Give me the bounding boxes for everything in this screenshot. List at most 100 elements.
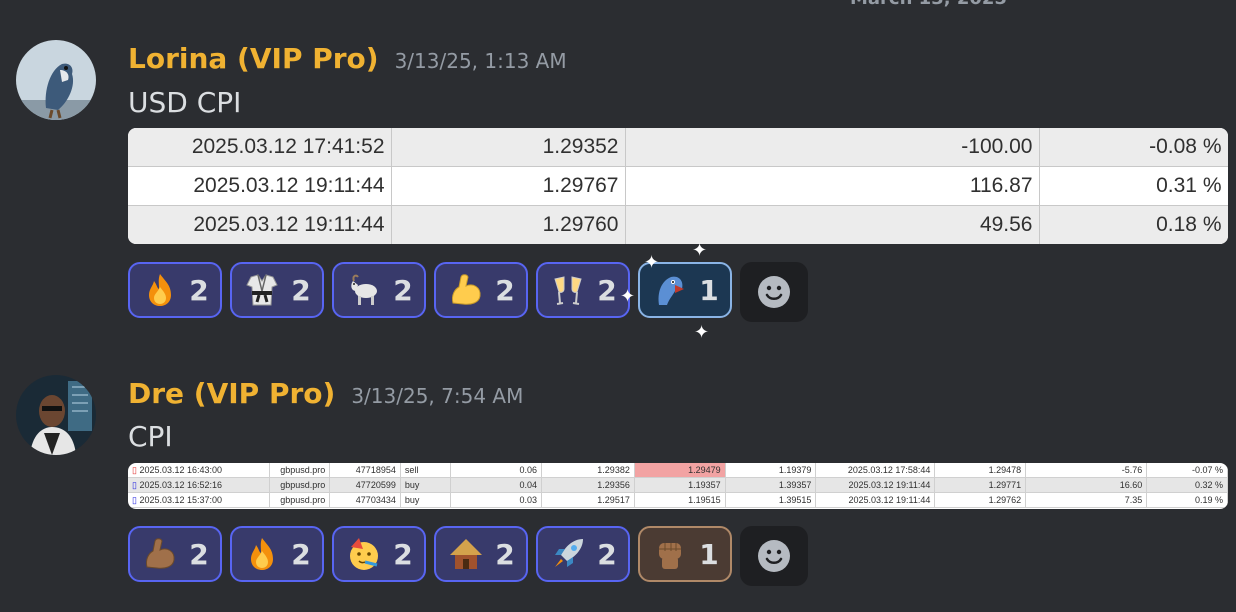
close-time-cell: 2025.03.12 17:58:44 <box>815 463 936 478</box>
close-price-cell: 1.29478 <box>934 463 1027 478</box>
flexed-biceps-icon <box>141 535 179 573</box>
tp-cell: 1.19379 <box>725 463 817 478</box>
reaction-flexed-biceps[interactable]: 2 <box>434 262 528 318</box>
reaction-count: 2 <box>291 273 311 307</box>
reaction-martial-arts[interactable]: 2 <box>230 262 324 318</box>
partying-face-icon <box>345 535 383 573</box>
profit-cell: 49.56 <box>625 205 1040 244</box>
percent-cell: -0.08 % <box>1039 128 1228 167</box>
dolphin-icon <box>651 271 689 309</box>
reaction-count: 1 <box>699 537 719 571</box>
reaction-flexed-biceps[interactable]: 2 <box>128 526 222 582</box>
type-cell: sell <box>400 463 452 478</box>
price-cell: 1.29767 <box>391 166 626 206</box>
sparkle-icon: ✦ <box>644 252 660 273</box>
reaction-fire[interactable]: 2 <box>128 262 222 318</box>
percent-cell: -0.07 % <box>1146 463 1228 478</box>
type-cell: buy <box>400 477 452 493</box>
open-price-cell: 1.29356 <box>541 477 635 493</box>
reaction-count: 2 <box>393 537 413 571</box>
reaction-raised-fist[interactable]: 1 <box>638 526 732 582</box>
reaction-hut[interactable]: 2 <box>434 526 528 582</box>
reaction-rocket[interactable]: 2 <box>536 526 630 582</box>
profit-cell: -5.76 <box>1025 463 1148 478</box>
time-cell: 2025.03.12 17:41:52 <box>128 128 392 167</box>
symbol-cell: gbpusd.pro <box>269 477 331 493</box>
tp-cell: 1.39515 <box>725 492 817 508</box>
reaction-count: 2 <box>597 273 617 307</box>
goat-icon <box>345 271 383 309</box>
reaction-count: 2 <box>495 273 515 307</box>
open-price-cell: 1.29517 <box>541 492 635 508</box>
trade-table: 2025.03.12 17:41:52 1.29352 -100.00 -0.0… <box>128 128 1228 244</box>
table-row: ▯ 2025.03.12 16:52:16 gbpusd.pro 4772059… <box>128 477 1228 493</box>
username[interactable]: Lorina (VIP Pro) <box>128 42 379 75</box>
avatar[interactable] <box>16 375 96 455</box>
clinking-glasses-icon <box>549 271 587 309</box>
table-row: 2025.03.12 19:11:44 1.29767 116.87 0.31 … <box>128 166 1228 206</box>
martial-arts-uniform-icon <box>243 271 281 309</box>
add-reaction-button[interactable] <box>740 262 808 322</box>
hut-icon <box>447 535 485 573</box>
reaction-count: 2 <box>393 273 413 307</box>
message-text: CPI <box>128 420 173 453</box>
open-time-cell: ▯ 2025.03.12 15:37:00 <box>128 492 270 508</box>
percent-cell: 0.31 % <box>1039 166 1228 206</box>
type-cell: buy <box>400 492 452 508</box>
reaction-count: 1 <box>699 273 719 307</box>
reaction-count: 2 <box>495 537 515 571</box>
percent-cell: 0.19 % <box>1146 492 1228 508</box>
fire-icon <box>141 271 179 309</box>
table-row: 2025.03.12 19:11:44 1.29760 49.56 0.18 % <box>128 205 1228 244</box>
date-divider: March 13, 2025 <box>850 0 1007 9</box>
open-price-cell: 1.29382 <box>541 463 635 478</box>
message-text: USD CPI <box>128 86 242 119</box>
timestamp[interactable]: 3/13/25, 7:54 AM <box>351 384 523 408</box>
reaction-clinking-glasses[interactable]: 2 <box>536 262 630 318</box>
sparkle-icon: ✦ <box>694 322 710 343</box>
fire-icon <box>243 535 281 573</box>
close-time-cell: 2025.03.12 19:11:44 <box>815 477 936 493</box>
reaction-count: 2 <box>189 537 209 571</box>
add-reaction-button[interactable] <box>740 526 808 586</box>
profit-cell: -100.00 <box>625 128 1040 167</box>
rocket-icon <box>549 535 587 573</box>
reaction-bar: 2 2 2 2 2 ✦ ✦ ✦ ✦ 1 <box>128 240 808 343</box>
ticket-cell: 47718954 <box>329 463 401 478</box>
price-cell: 1.29352 <box>391 128 626 167</box>
sparkle-icon: ✦ <box>692 240 708 261</box>
percent-cell: 0.32 % <box>1146 477 1228 493</box>
trade-table: ▯ 2025.03.12 16:43:00 gbpusd.pro 4771895… <box>128 463 1228 508</box>
reaction-dolphin[interactable]: ✦ ✦ ✦ ✦ 1 <box>620 240 732 343</box>
open-time-cell: ▯ 2025.03.12 16:43:00 <box>128 463 270 478</box>
time-cell: 2025.03.12 19:11:44 <box>128 166 392 206</box>
price-cell: 1.29760 <box>391 205 626 244</box>
reaction-partying-face[interactable]: 2 <box>332 526 426 582</box>
sl-cell: 1.19515 <box>634 492 726 508</box>
reaction-count: 2 <box>291 537 311 571</box>
raised-fist-icon <box>651 535 689 573</box>
close-price-cell: 1.29771 <box>934 477 1027 493</box>
avatar[interactable] <box>16 40 96 120</box>
timestamp[interactable]: 3/13/25, 1:13 AM <box>395 49 567 73</box>
profit-cell: 116.87 <box>625 166 1040 206</box>
sparkle-icon: ✦ <box>620 286 636 307</box>
reaction-goat[interactable]: 2 <box>332 262 426 318</box>
table-row: ▯ 2025.03.12 16:43:00 gbpusd.pro 4771895… <box>128 463 1228 478</box>
ticket-cell: 47720599 <box>329 477 401 493</box>
reaction-fire[interactable]: 2 <box>230 526 324 582</box>
profit-cell: 16.60 <box>1025 477 1148 493</box>
table-row: 2025.03.12 17:41:52 1.29352 -100.00 -0.0… <box>128 128 1228 167</box>
volume-cell: 0.06 <box>450 463 543 478</box>
time-cell: 2025.03.12 19:11:44 <box>128 205 392 244</box>
username[interactable]: Dre (VIP Pro) <box>128 377 335 410</box>
tp-cell: 1.39357 <box>725 477 817 493</box>
image-attachment[interactable]: 2025.03.12 17:41:52 1.29352 -100.00 -0.0… <box>128 128 1228 244</box>
volume-cell: 0.03 <box>450 492 543 508</box>
image-attachment[interactable]: ▯ 2025.03.12 16:43:00 gbpusd.pro 4771895… <box>128 463 1228 509</box>
profit-cell: 7.35 <box>1025 492 1148 508</box>
sl-cell: 1.19357 <box>634 477 726 493</box>
symbol-cell: gbpusd.pro <box>269 463 331 478</box>
volume-cell: 0.04 <box>450 477 543 493</box>
reaction-count: 2 <box>597 537 617 571</box>
